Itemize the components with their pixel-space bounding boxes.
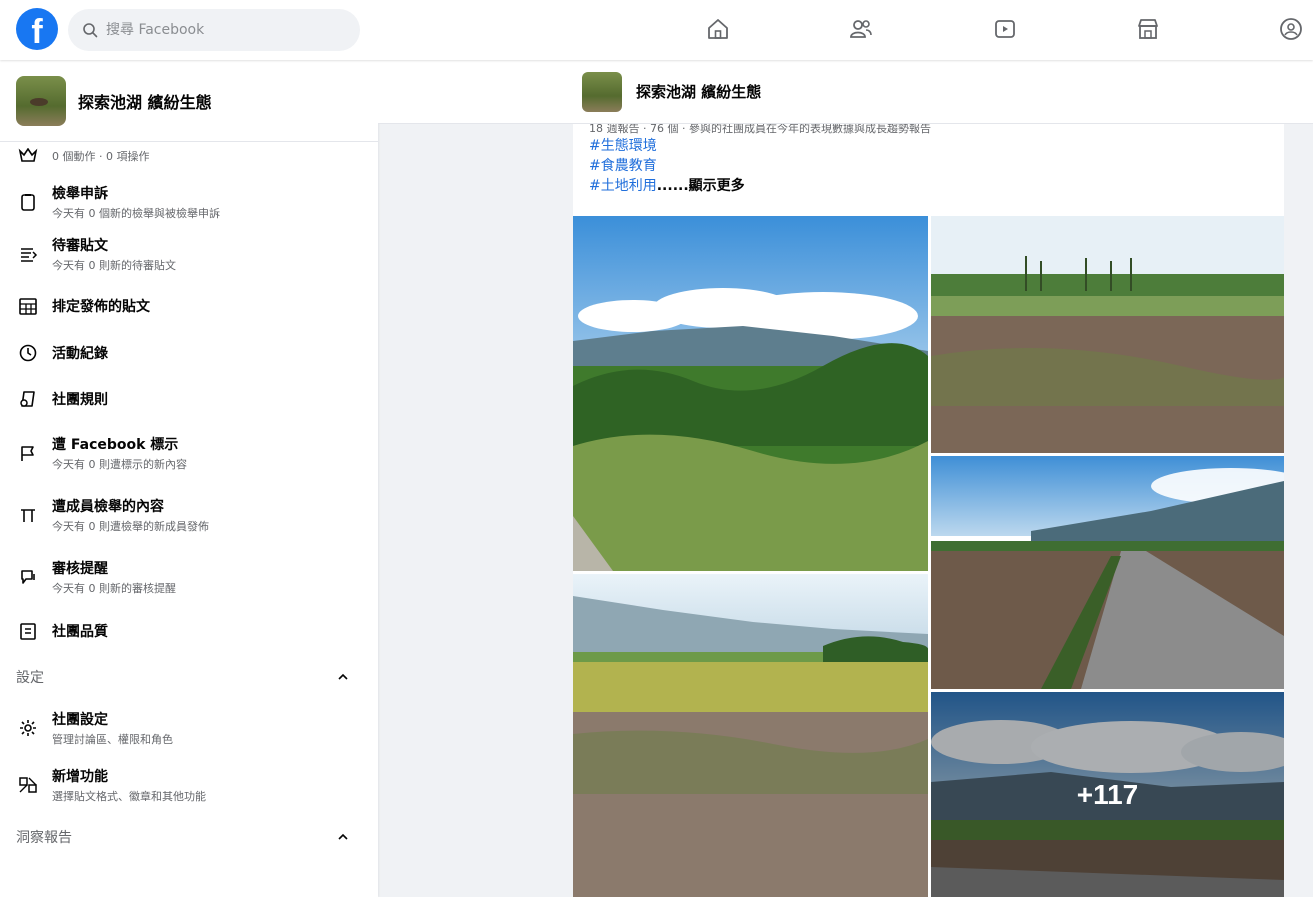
settings-section-header[interactable]: 設定 bbox=[0, 654, 378, 700]
sidebar-item-title: 新增功能 bbox=[52, 769, 108, 785]
group-admin-sidebar: 探索池湖 繽紛生態 0 個動作 · 0 項操作 檢舉申訴今天有 0 個新的檢舉與… bbox=[0, 60, 378, 897]
sidebar-item-title: 活動紀錄 bbox=[52, 346, 108, 362]
settings-section-label: 設定 bbox=[16, 670, 44, 686]
group-avatar bbox=[16, 75, 66, 126]
marketplace-icon[interactable] bbox=[1133, 14, 1163, 44]
sidebar-item-member-reported[interactable]: 遭成員檢舉的內容今天有 0 則遭檢舉的新成員發佈 bbox=[0, 484, 378, 546]
post-group-header[interactable]: 探索池湖 繽紛生態 bbox=[378, 60, 1313, 124]
calendar-icon bbox=[16, 294, 40, 318]
sidebar-item-title: 遭 Facebook 標示 bbox=[52, 437, 179, 453]
sidebar-item-reports[interactable]: 檢舉申訴今天有 0 個新的檢舉與被檢舉申訴 bbox=[0, 178, 378, 226]
sidebar-item-title: 社團品質 bbox=[52, 624, 108, 640]
quality-icon bbox=[16, 619, 40, 643]
post-text: 18 週報告 · 76 個 · 參與的社團成員在今年的表現數據與成長趨勢報告 #… bbox=[573, 124, 1284, 196]
sidebar-item-scheduled-posts[interactable]: 排定發佈的貼文 bbox=[0, 282, 378, 330]
report-icon bbox=[16, 190, 40, 214]
photo-1[interactable] bbox=[573, 216, 928, 571]
chevron-up-icon[interactable] bbox=[336, 670, 350, 684]
sidebar-item-subtitle: 今天有 0 則遭標示的新內容 bbox=[52, 458, 187, 471]
hashtag-link[interactable]: #土地利用 bbox=[589, 178, 657, 194]
sidebar-item-subtitle: 管理討論區、權限和角色 bbox=[52, 733, 173, 746]
flag-icon bbox=[16, 441, 40, 465]
sidebar-item-subtitle: 今天有 0 則遭檢舉的新成員發佈 bbox=[52, 520, 209, 533]
search-box[interactable] bbox=[68, 9, 360, 51]
crown-icon bbox=[16, 148, 40, 162]
friends-icon[interactable] bbox=[846, 14, 876, 44]
post-text-cut-line: 18 週報告 · 76 個 · 參與的社團成員在今年的表現數據與成長趨勢報告 bbox=[589, 124, 931, 135]
insights-section-header[interactable]: 洞察報告 bbox=[0, 814, 378, 860]
sidebar-item-group-settings[interactable]: 社團設定管理討論區、權限和角色 bbox=[0, 700, 378, 756]
group-name: 探索池湖 繽紛生態 bbox=[78, 92, 212, 112]
sidebar-item-title: 審核提醒 bbox=[52, 561, 108, 577]
sidebar-item-subtitle: 今天有 0 則新的審核提醒 bbox=[52, 582, 176, 595]
sidebar-item-subtitle: 選擇貼文格式、徽章和其他功能 bbox=[52, 790, 206, 803]
rules-icon bbox=[16, 387, 40, 411]
sidebar-item-title: 排定發佈的貼文 bbox=[52, 299, 150, 315]
search-icon bbox=[83, 23, 98, 38]
sidebar-item-group-rules[interactable]: 社團規則 bbox=[0, 376, 378, 422]
chevron-up-icon[interactable] bbox=[336, 830, 350, 844]
hashtag-link[interactable]: #食農教育 bbox=[589, 156, 1268, 176]
home-icon[interactable] bbox=[703, 14, 733, 44]
sidebar-item-partial[interactable]: 0 個動作 · 0 項操作 bbox=[0, 146, 149, 164]
top-navigation-bar: f bbox=[0, 0, 1313, 60]
photo-grid: +117 bbox=[573, 216, 1284, 897]
see-more-link[interactable]: ......顯示更多 bbox=[657, 178, 745, 194]
groups-icon[interactable] bbox=[1276, 14, 1306, 44]
sidebar-item-subtitle: 今天有 0 個新的檢舉與被檢舉申訴 bbox=[52, 207, 220, 220]
photo-5[interactable]: +117 bbox=[931, 692, 1284, 897]
sidebar-item-group-quality[interactable]: 社團品質 bbox=[0, 608, 378, 654]
sidebar-item-activity-log[interactable]: 活動紀錄 bbox=[0, 330, 378, 376]
group-avatar bbox=[582, 71, 622, 112]
photo-3[interactable] bbox=[931, 216, 1284, 453]
member-report-icon bbox=[16, 503, 40, 527]
feed-right-gutter bbox=[1284, 124, 1313, 897]
more-photos-count[interactable]: +117 bbox=[931, 692, 1284, 897]
sidebar-item-title: 社團設定 bbox=[52, 712, 108, 728]
feed-post: 18 週報告 · 76 個 · 參與的社團成員在今年的表現數據與成長趨勢報告 #… bbox=[573, 124, 1284, 897]
post-group-name: 探索池湖 繽紛生態 bbox=[636, 83, 762, 101]
clock-icon bbox=[16, 341, 40, 365]
sidebar-item-title: 待審貼文 bbox=[52, 238, 108, 254]
sidebar-item-pending-posts[interactable]: 待審貼文今天有 0 則新的待審貼文 bbox=[0, 226, 378, 282]
sidebar-item-facebook-flagged[interactable]: 遭 Facebook 標示 今天有 0 則遭標示的新內容 bbox=[0, 422, 378, 484]
sidebar-item-title: 遭成員檢舉的內容 bbox=[52, 499, 164, 515]
watch-icon[interactable] bbox=[990, 14, 1020, 44]
hashtag-link[interactable]: #生態環境 bbox=[589, 136, 1268, 156]
settings-icon bbox=[16, 716, 40, 740]
pending-posts-icon bbox=[16, 242, 40, 266]
photo-4[interactable] bbox=[931, 456, 1284, 689]
sidebar-item-moderation-alerts[interactable]: 審核提醒今天有 0 則新的審核提醒 bbox=[0, 546, 378, 608]
insights-section-label: 洞察報告 bbox=[16, 830, 72, 846]
photo-2[interactable] bbox=[573, 574, 928, 897]
search-input[interactable] bbox=[106, 22, 346, 38]
sidebar-item-subtitle: 今天有 0 則新的待審貼文 bbox=[52, 259, 176, 272]
facebook-logo-icon[interactable]: f bbox=[16, 8, 58, 50]
sidebar-item-title: 社團規則 bbox=[52, 392, 108, 408]
sidebar-item-partial-subtitle: 0 個動作 · 0 項操作 bbox=[52, 150, 150, 163]
alert-icon bbox=[16, 565, 40, 589]
sidebar-item-title: 檢舉申訴 bbox=[52, 186, 108, 202]
sidebar-item-add-features[interactable]: 新增功能選擇貼文格式、徽章和其他功能 bbox=[0, 756, 378, 814]
features-icon bbox=[16, 773, 40, 797]
sidebar-group-header[interactable]: 探索池湖 繽紛生態 bbox=[0, 60, 378, 142]
